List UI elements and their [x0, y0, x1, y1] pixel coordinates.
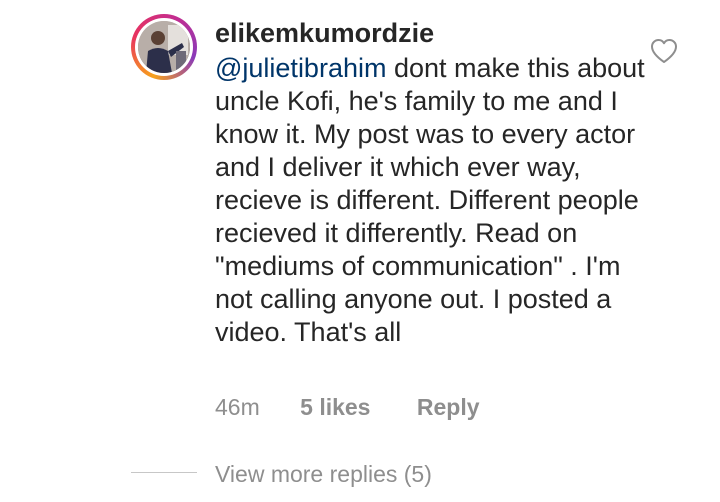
avatar-figure-icon: [138, 21, 190, 73]
comment-text: @julietibrahim dont make this about uncl…: [215, 52, 660, 349]
avatar-ring-gap: [135, 18, 193, 76]
avatar-photo: [138, 21, 190, 73]
reply-button[interactable]: Reply: [417, 392, 480, 422]
comment-likes-count[interactable]: 5 likes: [300, 392, 370, 422]
replies-divider: [131, 472, 197, 473]
comment-meta: 46m 5 likes Reply: [215, 392, 480, 422]
comment-username[interactable]: elikemkumordzie: [215, 16, 434, 50]
avatar[interactable]: [131, 14, 197, 80]
view-more-replies-button[interactable]: View more replies (5): [215, 459, 432, 489]
comment-mention-link[interactable]: @julietibrahim: [215, 53, 386, 83]
comment-body: dont make this about uncle Kofi, he's fa…: [215, 53, 645, 347]
comment-timestamp: 46m: [215, 394, 260, 420]
